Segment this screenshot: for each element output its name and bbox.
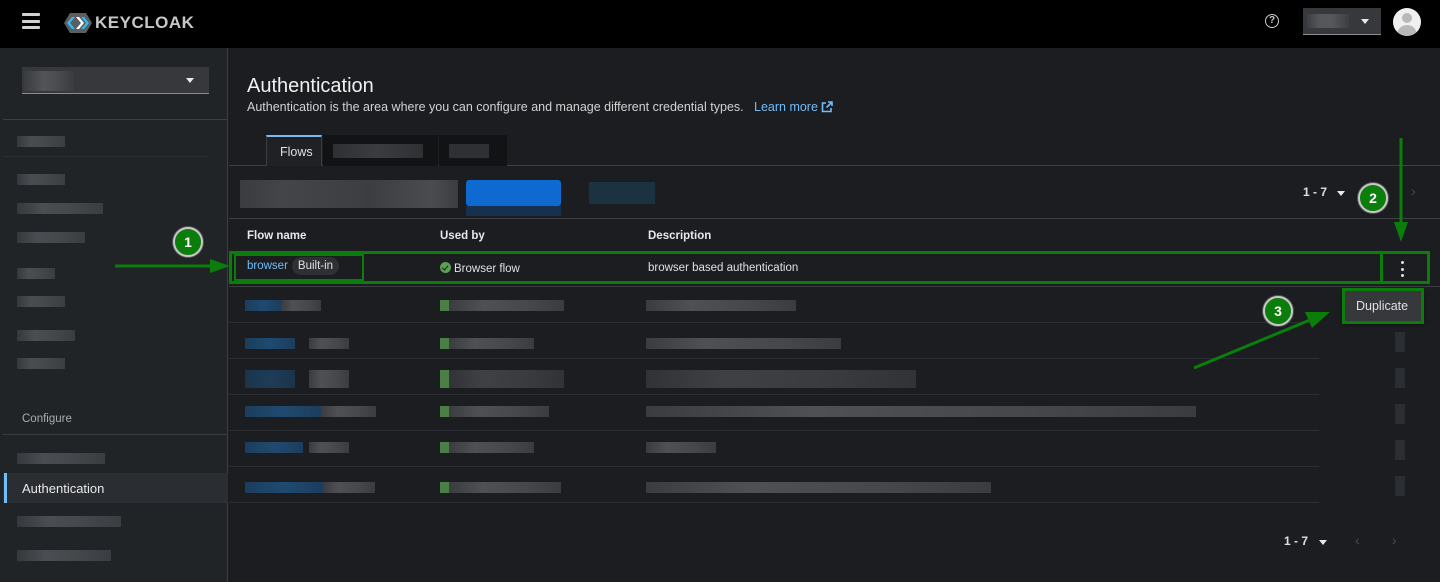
sidebar-item-redacted[interactable] (3, 164, 228, 194)
sidebar-divider (3, 434, 228, 435)
kebab-menu-icon[interactable] (1399, 261, 1405, 277)
sidebar-item-authentication[interactable]: Authentication (3, 473, 228, 503)
hamburger-icon[interactable] (22, 13, 40, 29)
tab-redacted[interactable] (439, 135, 507, 166)
table-row: browser Built-in Browser flow browser bas… (229, 252, 1440, 287)
column-header-flow-name[interactable]: Flow name (247, 230, 306, 242)
sidebar-item-redacted[interactable] (3, 443, 228, 473)
table-toolbar: 1 - 7 › (229, 167, 1440, 219)
duplicate-label: Duplicate (1356, 299, 1409, 313)
table-row[interactable] (229, 468, 1405, 503)
column-header-used-by[interactable]: Used by (440, 230, 485, 242)
sidebar-item-label: Authentication (22, 481, 105, 496)
built-in-badge: Built-in (291, 257, 340, 275)
sidebar-item-redacted[interactable] (3, 286, 228, 316)
keycloak-logo[interactable]: KEYCLOAK (63, 12, 194, 34)
learn-more-label: Learn more (754, 100, 818, 114)
tabs-bar: Flows (229, 135, 1440, 166)
sidebar: Configure Authentication (0, 48, 228, 582)
realm-name-redacted (24, 71, 74, 91)
sidebar-item-redacted[interactable] (3, 193, 228, 223)
table-row[interactable] (229, 324, 1405, 359)
avatar[interactable] (1393, 8, 1421, 36)
sidebar-divider (3, 156, 208, 157)
caret-down-icon (186, 78, 194, 83)
previous-page-icon[interactable]: ‹ (1355, 532, 1360, 548)
kebab-menu-icon[interactable] (1395, 332, 1405, 352)
keycloak-logo-icon (64, 13, 92, 33)
sidebar-item-redacted[interactable] (3, 320, 228, 350)
brand-name: KEYCLOAK (95, 13, 195, 32)
learn-more-link[interactable]: Learn more (754, 100, 833, 114)
flow-name-link[interactable]: browser (247, 260, 288, 272)
annotation-step-1: 1 (173, 227, 203, 257)
secondary-link-redacted[interactable] (589, 182, 655, 204)
sidebar-divider (3, 119, 228, 120)
description-cell: browser based authentication (648, 262, 799, 274)
tab-flows-label: Flows (280, 145, 313, 159)
caret-down-icon[interactable] (1319, 540, 1327, 545)
sidebar-item-redacted[interactable] (3, 348, 228, 378)
page-description: Authentication is the area where you can… (247, 100, 744, 114)
table-header: Flow name Used by Description (229, 228, 1440, 250)
used-by-label: Browser flow (454, 263, 520, 275)
caret-down-icon[interactable] (1337, 191, 1345, 196)
search-input[interactable] (240, 180, 458, 208)
page-title: Authentication (247, 75, 374, 97)
realm-selector[interactable] (22, 67, 209, 94)
kebab-menu-icon[interactable] (1395, 404, 1405, 424)
caret-down-icon (1361, 19, 1369, 24)
table-row[interactable] (229, 360, 1405, 395)
avatar-body (1397, 25, 1417, 36)
kebab-menu-icon[interactable] (1395, 476, 1405, 496)
avatar-head (1402, 13, 1412, 23)
user-name-redacted (1307, 14, 1349, 28)
nav-section-configure: Configure (22, 413, 72, 425)
table-row[interactable] (229, 396, 1405, 431)
sidebar-item-redacted[interactable] (3, 506, 228, 536)
next-page-icon[interactable]: › (1411, 183, 1416, 199)
used-by-cell: Browser flow (440, 262, 520, 275)
kebab-menu-icon[interactable] (1395, 440, 1405, 460)
tab-redacted[interactable] (323, 135, 438, 166)
annotation-step-3: 3 (1263, 296, 1293, 326)
main-content: Authentication Authentication is the are… (229, 48, 1440, 582)
flow-name-cell: browser Built-in (247, 257, 340, 275)
annotation-step-2: 2 (1358, 183, 1388, 213)
next-page-icon[interactable]: › (1392, 532, 1397, 548)
masthead: KEYCLOAK ? (0, 0, 1440, 48)
pagination-toggle-bottom[interactable]: 1 - 7 (1284, 534, 1308, 548)
create-flow-button[interactable] (466, 180, 561, 216)
table-row[interactable] (229, 432, 1405, 467)
kebab-menu-icon[interactable] (1395, 368, 1405, 388)
sidebar-item-redacted[interactable] (3, 540, 228, 570)
pagination-toggle-top[interactable]: 1 - 7 (1303, 185, 1327, 199)
duplicate-menu-item[interactable]: Duplicate (1343, 291, 1423, 322)
column-header-description[interactable]: Description (648, 230, 711, 242)
external-link-icon (821, 101, 833, 113)
check-circle-icon (440, 262, 451, 273)
table-row[interactable] (229, 288, 1319, 323)
user-menu-dropdown[interactable] (1303, 8, 1381, 35)
tab-flows[interactable]: Flows (266, 135, 322, 166)
sidebar-item-redacted[interactable] (3, 126, 228, 156)
sidebar-item-redacted[interactable] (3, 258, 228, 288)
help-icon[interactable]: ? (1265, 14, 1279, 28)
